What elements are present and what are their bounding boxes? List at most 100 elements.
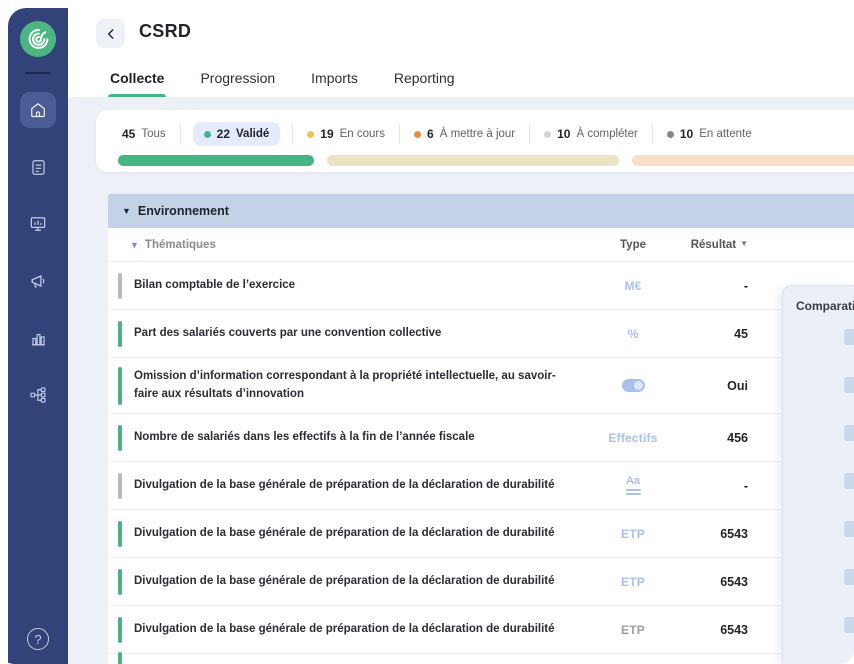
table-row[interactable]: Divulgation de la base générale de prépa… (108, 462, 854, 510)
filter-count: 19 (320, 127, 333, 141)
table-row[interactable]: Part des salariés couverts par une conve… (108, 310, 854, 358)
result-cell: Oui (727, 379, 748, 393)
progress-bar (118, 155, 854, 166)
filter-divider (399, 124, 400, 144)
skeleton-block (844, 425, 854, 441)
comparatif-skeletons (783, 329, 854, 633)
filter-label: Validé (236, 128, 269, 140)
row-label: Part des salariés couverts par une conve… (122, 317, 593, 351)
status-dot-dark-gray (667, 131, 674, 138)
filter-valide[interactable]: 22 Validé (193, 122, 281, 146)
table-row[interactable]: Bilan comptable de l’exercice M€ - (108, 262, 854, 310)
filter-bar: 45 Tous 22 Validé 19 En cours (120, 122, 854, 146)
page-title: CSRD (139, 21, 191, 42)
tab-reporting[interactable]: Reporting (392, 62, 457, 97)
skeleton-block (844, 521, 854, 537)
filter-label: Tous (141, 128, 165, 140)
filter-count: 22 (217, 127, 230, 141)
column-header-result[interactable]: Résultat ▼ (673, 239, 748, 251)
sidebar-item-announcements[interactable] (20, 263, 56, 299)
table-row[interactable]: Nombre de salariés dans les effectifs à … (108, 414, 854, 462)
tab-bar: Collecte Progression Imports Reporting (108, 62, 457, 97)
sidebar-divider (25, 72, 51, 74)
row-label: Divulgation de la base générale de prépa… (122, 613, 593, 647)
sidebar-item-analytics[interactable] (20, 320, 56, 356)
filter-label: À compléter (576, 128, 637, 140)
filter-a-mettre-a-jour[interactable]: 6 À mettre à jour (412, 123, 517, 145)
bar-chart-icon (29, 329, 48, 348)
filter-en-cours[interactable]: 19 En cours (305, 123, 387, 145)
type-cell: ETP (621, 527, 645, 541)
sidebar-help[interactable]: ? (8, 628, 68, 650)
type-cell: ETP (621, 623, 645, 637)
row-label: Omission d’information correspondant à l… (122, 360, 593, 412)
content-area: 45 Tous 22 Validé 19 En cours (68, 97, 854, 664)
group-header-thematiques[interactable]: ▼ Thématiques (118, 239, 593, 251)
question-circle-icon: ? (27, 628, 49, 650)
collapse-caret-icon: ▼ (122, 206, 131, 216)
skeleton-block (844, 473, 854, 489)
data-table: ▼ Thématiques Type Résultat ▼ Bilan comp… (108, 228, 854, 664)
app-logo[interactable] (19, 20, 57, 58)
sidebar-item-organization[interactable] (20, 377, 56, 413)
progress-segment-en-cours (327, 155, 619, 166)
filter-label: En attente (699, 128, 751, 140)
progress-segment-valide (118, 155, 314, 166)
row-label: Divulgation de la base générale de prépa… (122, 565, 593, 599)
filter-divider (292, 124, 293, 144)
row-label: Bilan comptable de l’exercice (122, 269, 593, 303)
dashboard-monitor-icon (28, 214, 48, 234)
filter-count: 10 (680, 127, 693, 141)
group-header-label: Thématiques (145, 239, 216, 251)
sidebar-nav (20, 92, 56, 413)
org-chart-icon (28, 385, 48, 405)
comparatif-panel[interactable]: Comparatif (782, 285, 854, 664)
sidebar-item-documents[interactable] (20, 149, 56, 185)
type-cell: % (628, 327, 639, 341)
main-area: CSRD Collecte Progression Imports Report… (68, 0, 854, 664)
table-row[interactable]: Divulgation de la base générale de prépa… (108, 510, 854, 558)
table-header-row: ▼ Thématiques Type Résultat ▼ (108, 228, 854, 262)
skeleton-block (844, 329, 854, 345)
tab-progression[interactable]: Progression (198, 62, 277, 97)
comparatif-title: Comparatif (783, 286, 854, 313)
skeleton-block (844, 377, 854, 393)
status-bar-green (118, 652, 122, 664)
table-row[interactable]: Divulgation de la base générale de prépa… (108, 606, 854, 654)
toggle-on-icon[interactable] (622, 379, 645, 392)
column-header-type: Type (620, 239, 646, 251)
table-row[interactable]: Divulgation de la base générale de prépa… (108, 558, 854, 606)
status-dot-orange (414, 131, 421, 138)
filter-a-completer[interactable]: 10 À compléter (542, 123, 640, 145)
table-row[interactable]: Omission d’information correspondant à l… (108, 358, 854, 414)
filter-count: 6 (427, 127, 434, 141)
result-cell: 6543 (720, 527, 748, 541)
status-dot-light-gray (544, 131, 551, 138)
result-cell: 6543 (720, 575, 748, 589)
megaphone-icon (28, 271, 48, 291)
filter-en-attente[interactable]: 10 En attente (665, 123, 754, 145)
status-dot-yellow (307, 131, 314, 138)
tab-collecte[interactable]: Collecte (108, 62, 166, 97)
section-environnement[interactable]: ▼ Environnement (108, 194, 854, 228)
row-label: Divulgation de la base générale de prépa… (122, 517, 593, 551)
skeleton-block (844, 617, 854, 633)
app-window: ? CSRD Collecte Progression Imports Repo… (0, 0, 854, 664)
type-cell: M€ (624, 279, 641, 293)
sidebar: ? (8, 8, 68, 664)
tab-imports[interactable]: Imports (309, 62, 360, 97)
top-header: CSRD Collecte Progression Imports Report… (68, 0, 854, 97)
sidebar-item-dashboard[interactable] (20, 206, 56, 242)
text-format-icon: Aa (626, 476, 641, 495)
filter-label: À mettre à jour (440, 128, 515, 140)
toggle-knob (634, 381, 643, 390)
filter-count: 10 (557, 127, 570, 141)
collapse-caret-icon: ▼ (130, 240, 139, 250)
back-button[interactable] (96, 19, 125, 48)
row-label: Nombre de salariés dans les effectifs à … (122, 421, 593, 455)
sidebar-item-home[interactable] (20, 92, 56, 128)
progress-segment-a-mettre-a-jour (632, 155, 854, 166)
filter-tous[interactable]: 45 Tous (120, 123, 168, 145)
section-title: Environnement (138, 204, 229, 218)
table-row-partial[interactable] (108, 654, 854, 664)
